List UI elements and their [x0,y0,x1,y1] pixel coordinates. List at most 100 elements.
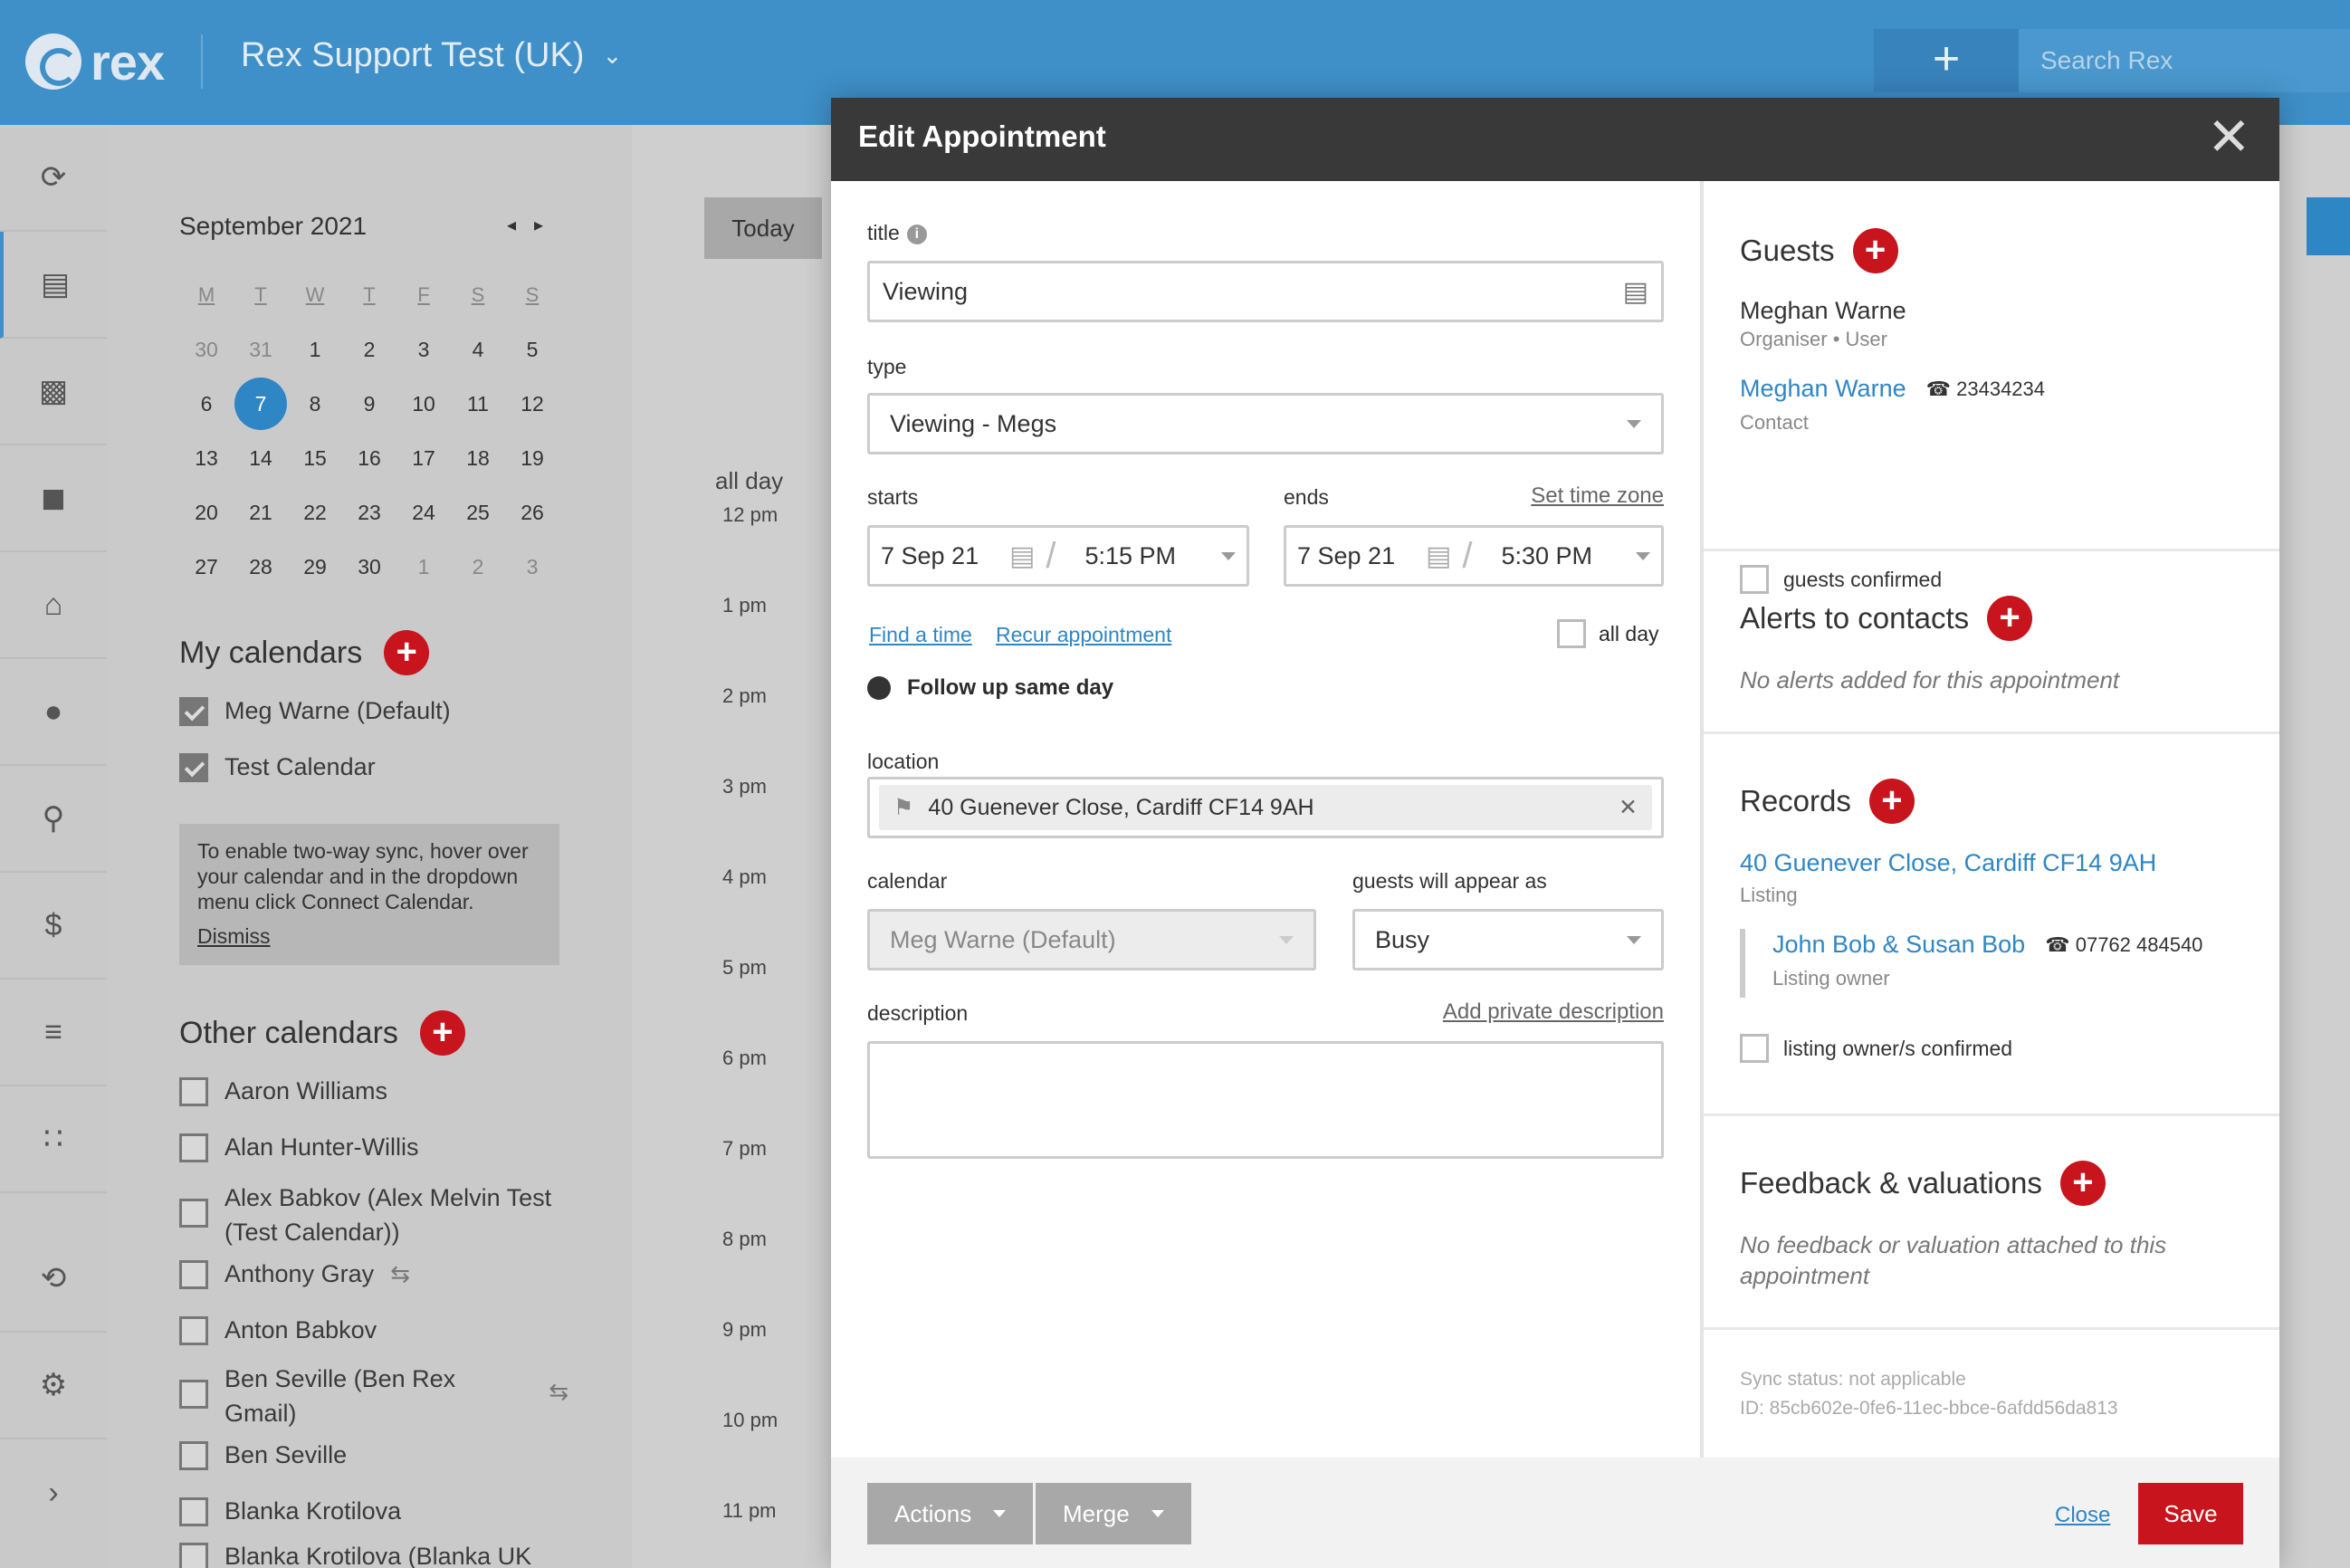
calendar-item[interactable]: Anthony Gray ⇆ [179,1260,568,1289]
checkbox[interactable] [179,1380,208,1409]
calendar-item[interactable]: Ben Seville [179,1441,568,1470]
title-input[interactable]: Viewing ▤ [867,261,1664,322]
global-search-input[interactable]: Search Rex [2019,29,2350,92]
calendar-day[interactable]: 29 [288,555,342,579]
actions-button[interactable]: Actions [867,1483,1034,1544]
calendar-day[interactable]: 30 [342,555,396,579]
house-icon[interactable]: ⌂ [0,552,107,659]
calendar-day[interactable]: 1 [396,555,451,579]
checkbox[interactable] [179,1316,208,1345]
calendar-day[interactable]: 2 [451,555,505,579]
calendar-day[interactable]: 10 [396,392,451,416]
all-day-toggle[interactable]: all day [1557,619,1658,648]
calendar-day[interactable]: 26 [505,501,559,525]
calendar-day[interactable]: 23 [342,501,396,525]
add-alert-button[interactable]: + [1987,596,2033,641]
add-other-calendar-button[interactable]: + [419,1010,465,1056]
calendar-item[interactable]: Meg Warne (Default) [179,697,568,726]
calendar-day[interactable]: 11 [451,392,505,416]
checkbox[interactable] [179,1077,208,1106]
checkbox[interactable] [1557,619,1586,648]
calendar-day[interactable]: 17 [396,446,451,471]
guest-contact-link[interactable]: Meghan Warne [1740,375,1906,403]
calendar-day[interactable]: 20 [179,501,234,525]
calendar-day[interactable]: 9 [342,392,396,416]
calendar-day[interactable]: 25 [451,501,505,525]
calendar-day[interactable]: 21 [234,501,288,525]
set-time-zone-link[interactable]: Set time zone [1519,483,1664,509]
checkbox-checked[interactable] [179,697,208,726]
calendar-day[interactable]: 5 [505,338,559,362]
checkbox-checked[interactable] [179,753,208,782]
appear-as-select[interactable]: Busy [1352,909,1664,970]
start-time-input[interactable]: 5:15 PM [1084,542,1176,570]
calendar-day[interactable]: 6 [179,392,234,416]
calendar-day-selected[interactable]: 7 [234,378,287,430]
calendar-icon[interactable]: ▤ [0,232,107,339]
calendar-day[interactable]: 22 [288,501,342,525]
location-input[interactable]: ⚑ 40 Guenever Close, Cardiff CF14 9AH ✕ [867,777,1664,838]
contact-card-icon[interactable]: ⚲ [0,766,107,873]
calendar-icon[interactable]: ▤ [1009,540,1035,572]
signpost-icon[interactable]: ◼ [0,445,107,552]
calendar-day[interactable]: 14 [234,446,288,471]
prev-month-icon[interactable]: ◂ [507,215,534,235]
calendar-day[interactable]: 8 [288,392,342,416]
calendar-day[interactable]: 4 [451,338,505,362]
checkbox[interactable] [179,1260,208,1289]
primary-action-button[interactable] [2307,197,2350,255]
merge-button[interactable]: Merge [1036,1483,1191,1544]
rex-home-icon[interactable]: ⟳ [0,125,107,232]
apps-grid-icon[interactable]: ∷ [0,1086,107,1193]
owner-link[interactable]: John Bob & Susan Bob [1772,931,2025,959]
type-select[interactable]: Viewing - Megs [867,393,1664,454]
checkbox[interactable] [179,1497,208,1526]
calendar-day[interactable]: 18 [451,446,505,471]
calendar-day[interactable]: 3 [396,338,451,362]
remove-icon[interactable]: ✕ [1619,794,1638,821]
account-switcher[interactable]: Rex Support Test (UK) ⌄ [241,36,622,75]
global-add-button[interactable]: + [1874,29,2019,92]
add-record-button[interactable]: + [1868,779,1915,824]
calendar-day[interactable]: 24 [396,501,451,525]
end-time-input[interactable]: 5:30 PM [1501,542,1592,570]
calendar-day[interactable]: 1 [288,338,342,362]
checkbox[interactable] [179,1543,208,1568]
info-icon[interactable]: i [906,224,927,244]
calendar-item[interactable]: Alex Babkov (Alex Melvin Test (Test Cale… [179,1181,568,1249]
calendar-day[interactable]: 28 [234,555,288,579]
calendar-item[interactable]: Anton Babkov [179,1316,568,1345]
mini-calendar-nav[interactable]: ◂▸ [507,214,561,236]
listing-link[interactable]: 40 Guenever Close, Cardiff CF14 9AH [1740,849,2156,877]
calendar-item[interactable]: Aaron Williams [179,1077,568,1106]
calendar-day[interactable]: 31 [234,338,288,362]
feed-icon[interactable]: ≡ [0,980,107,1086]
today-button[interactable]: Today [704,197,822,259]
calendar-day[interactable]: 30 [179,338,234,362]
calendar-item[interactable]: Ben Seville (Ben Rex Gmail) ⇆ [179,1362,568,1430]
save-button[interactable]: Save [2138,1483,2243,1544]
dismiss-link[interactable]: Dismiss [197,923,541,949]
calendar-day[interactable]: 3 [505,555,559,579]
calendar-day[interactable]: 2 [342,338,396,362]
follow-up-row[interactable]: Follow up same day [867,675,1113,701]
calendar-item[interactable]: Test Calendar [179,753,568,782]
close-link[interactable]: Close [2055,1503,2110,1528]
add-private-description-link[interactable]: Add private description [1374,999,1664,1025]
rex-logo[interactable]: rex [25,33,165,91]
calendar-item[interactable]: Blanka Krotilova [179,1497,568,1526]
checkbox[interactable] [179,1199,208,1228]
checkbox[interactable] [179,1441,208,1470]
calendar-day[interactable]: 16 [342,446,396,471]
recur-appointment-link[interactable]: Recur appointment [996,623,1171,647]
add-guest-button[interactable]: + [1852,228,1898,273]
calendar-day[interactable]: 19 [505,446,559,471]
template-card-icon[interactable]: ▤ [1623,276,1648,308]
add-calendar-button[interactable]: + [384,630,430,675]
calendar-item[interactable]: Blanka Krotilova (Blanka UK [179,1543,568,1568]
calendar-day[interactable]: 15 [288,446,342,471]
add-feedback-button[interactable]: + [2059,1161,2106,1206]
expand-chevron-icon[interactable]: › [0,1439,107,1546]
end-date-input[interactable]: 7 Sep 21 [1297,542,1415,570]
description-textarea[interactable] [867,1041,1664,1159]
